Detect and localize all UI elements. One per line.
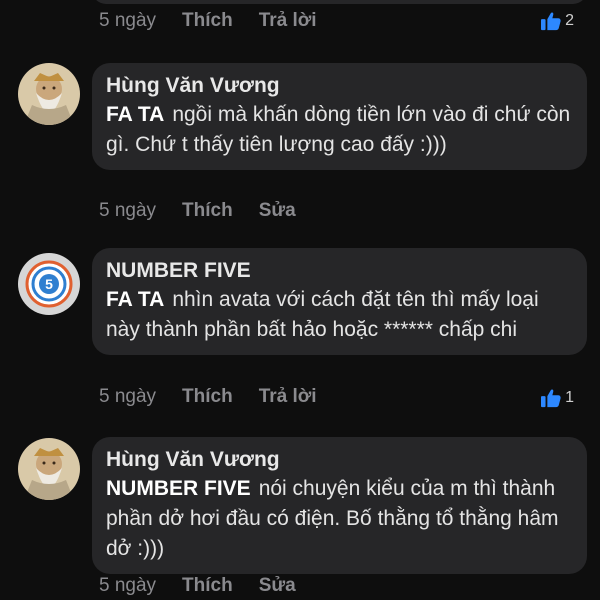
comment-time: 5 ngày bbox=[99, 386, 157, 407]
like-link[interactable]: Thích bbox=[182, 10, 233, 32]
comment-bubble: Hùng Văn Vương NUMBER FIVE nói chuyện kiể… bbox=[92, 437, 587, 574]
thumbs-up-icon bbox=[541, 12, 561, 31]
like-link[interactable]: Thích bbox=[182, 200, 233, 222]
reply-link[interactable]: Trả lời bbox=[259, 386, 317, 408]
mention-tag[interactable]: NUMBER FIVE bbox=[106, 477, 251, 500]
comment-actions: 5 ngày Thích Sửa bbox=[99, 198, 322, 224]
comment-author[interactable]: Hùng Văn Vương bbox=[106, 73, 571, 99]
edit-link[interactable]: Sửa bbox=[259, 200, 296, 222]
comment-text: FA TA ngồi mà khấn dòng tiền lớn vào đi c… bbox=[106, 100, 571, 160]
like-count-badge[interactable]: 1 bbox=[540, 388, 574, 408]
comment-time: 5 ngày bbox=[99, 10, 157, 31]
comment-body: nhìn avata với cách đặt tên thì mấy loại… bbox=[106, 288, 539, 341]
old-man-avatar[interactable] bbox=[18, 438, 80, 500]
mention-tag[interactable]: FA TA bbox=[106, 288, 164, 311]
comment-bubble: Hùng Văn Vương FA TA ngồi mà khấn dòng ti… bbox=[92, 63, 587, 170]
like-count-badge[interactable]: 2 bbox=[540, 11, 574, 31]
comment-author[interactable]: NUMBER FIVE bbox=[106, 258, 571, 284]
previous-comment-bubble bbox=[92, 0, 587, 4]
number-five-logo-avatar[interactable]: 5 bbox=[18, 253, 80, 315]
edit-link[interactable]: Sửa bbox=[259, 575, 296, 597]
like-link[interactable]: Thích bbox=[182, 386, 233, 408]
like-count: 2 bbox=[565, 12, 574, 29]
mention-tag[interactable]: FA TA bbox=[106, 103, 164, 126]
svg-text:5: 5 bbox=[45, 276, 53, 292]
like-count: 1 bbox=[565, 389, 574, 406]
old-man-avatar[interactable] bbox=[18, 63, 80, 125]
comment-author[interactable]: Hùng Văn Vương bbox=[106, 447, 571, 473]
comment-time: 5 ngày bbox=[99, 200, 157, 221]
like-link[interactable]: Thích bbox=[182, 575, 233, 597]
reply-link[interactable]: Trả lời bbox=[259, 10, 317, 32]
comment-actions: 5 ngày Thích Sửa bbox=[99, 573, 322, 599]
comment-bubble: NUMBER FIVE FA TA nhìn avata với cách đặt… bbox=[92, 248, 587, 355]
comment-body: ngồi mà khấn dòng tiền lớn vào đi chứ cò… bbox=[106, 103, 571, 156]
comment-text: FA TA nhìn avata với cách đặt tên thì mấy… bbox=[106, 285, 571, 345]
comment-time: 5 ngày bbox=[99, 575, 157, 596]
comment-actions: 5 ngày Thích Trả lời bbox=[99, 384, 343, 410]
top-comment-actions: 5 ngày Thích Trả lời bbox=[99, 8, 343, 34]
comment-text: NUMBER FIVE nói chuyện kiểu của m thì thà… bbox=[106, 474, 571, 564]
thumbs-up-icon bbox=[541, 389, 561, 408]
